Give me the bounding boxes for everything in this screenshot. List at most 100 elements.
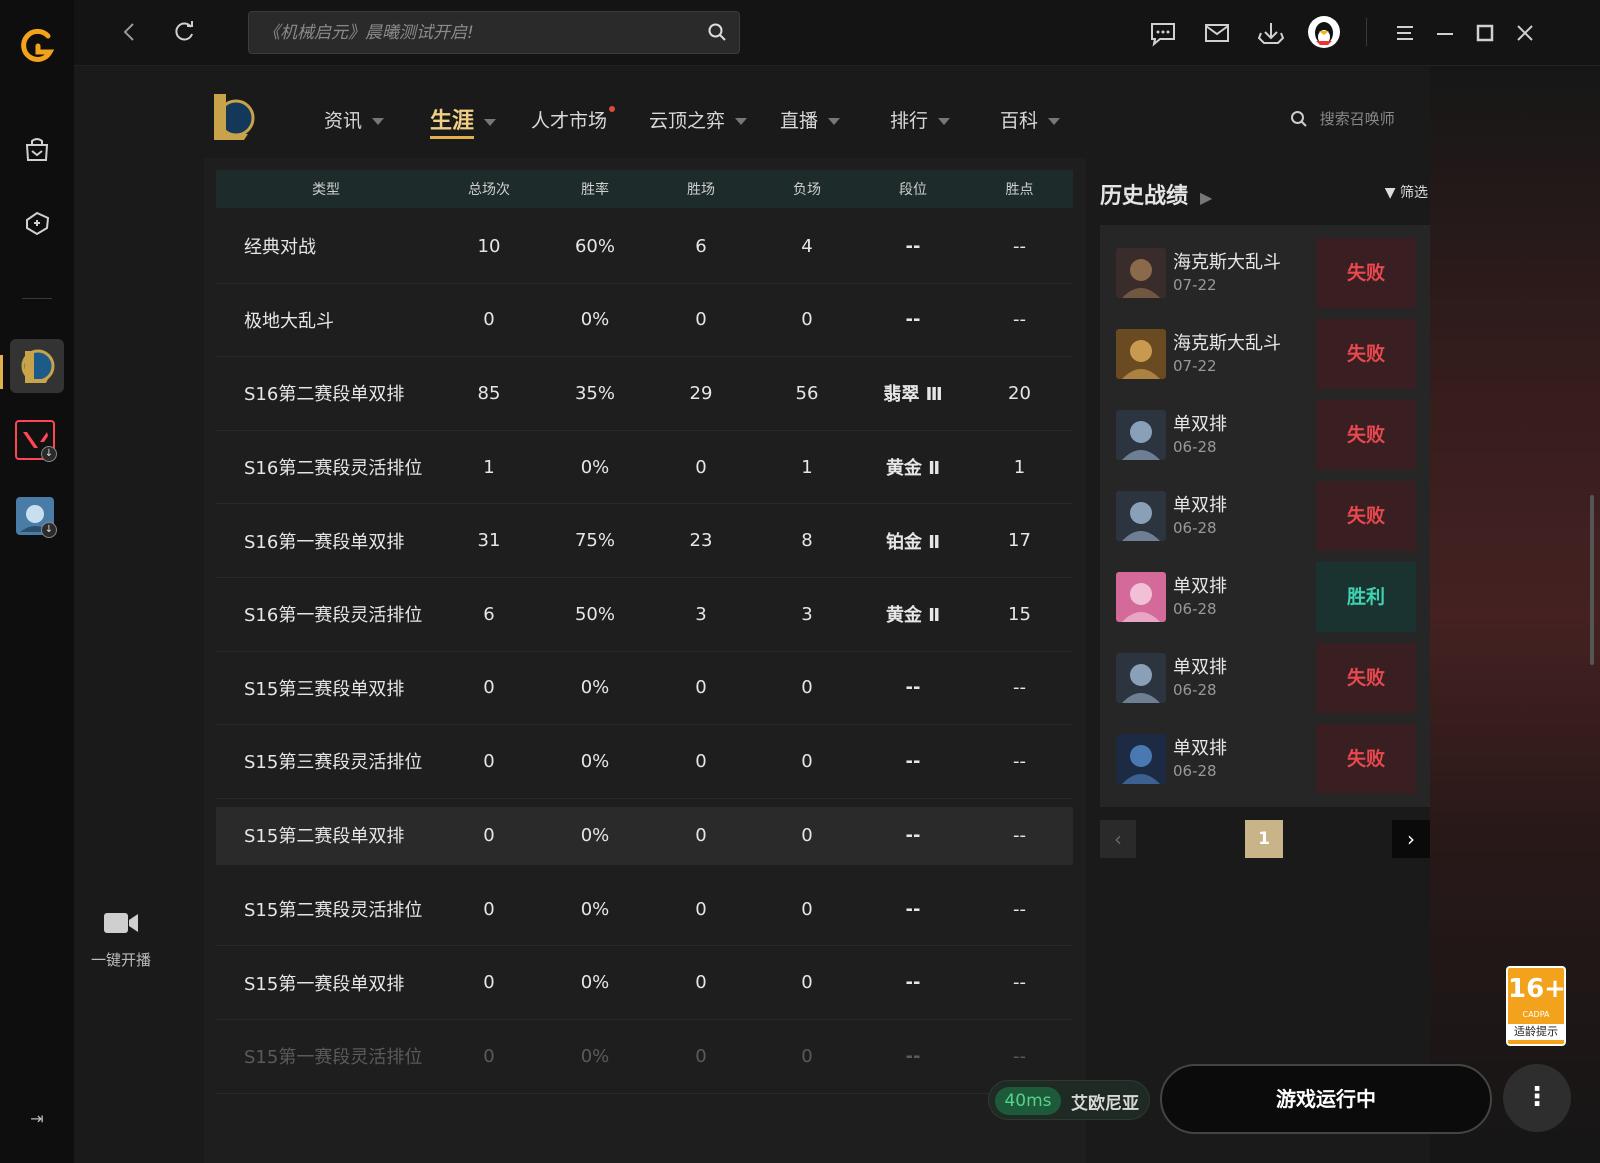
game-tile-3[interactable]: ↓	[10, 490, 64, 544]
nav-talent-market[interactable]: 人才市场	[531, 106, 616, 133]
nav-ranking[interactable]: 排行	[890, 106, 951, 133]
lol-logo-icon[interactable]	[208, 90, 256, 144]
table-row[interactable]: S15第一赛段单双排 0 0% 0 0 -- --	[216, 946, 1073, 1020]
lol-game-tile[interactable]	[10, 339, 64, 393]
cell-losses: 0	[801, 677, 813, 699]
nav-tft[interactable]: 云顶之弈	[649, 106, 748, 133]
collapse-sidebar-icon[interactable]: ⇥	[26, 1108, 48, 1130]
cell-type: S15第一赛段灵活排位	[244, 1047, 423, 1069]
match-item[interactable]: 单双排 06-28 胜利	[1116, 562, 1416, 632]
download-manager-icon[interactable]	[1256, 18, 1286, 48]
prev-page-icon[interactable]: ‹	[1100, 820, 1136, 858]
chat-icon[interactable]	[1148, 18, 1178, 48]
champion-portrait-icon	[1116, 572, 1166, 622]
table-row[interactable]: S16第一赛段灵活排位 6 50% 3 3 黄金 Ⅱ 15	[216, 578, 1073, 652]
cell-lp: 17	[1008, 530, 1031, 552]
table-row[interactable]: S15第三赛段灵活排位 0 0% 0 0 -- --	[216, 725, 1073, 799]
cell-total: 0	[483, 1045, 495, 1067]
one-click-stream[interactable]: 一键开播	[86, 910, 156, 970]
cell-type: 极地大乱斗	[244, 310, 334, 332]
match-item[interactable]: 单双排 06-28 失败	[1116, 481, 1416, 551]
table-row[interactable]: 经典对战 10 60% 6 4 -- --	[216, 210, 1073, 284]
cell-losses: 0	[801, 309, 813, 331]
cell-lp: --	[1013, 824, 1026, 846]
table-row[interactable]: S16第二赛段灵活排位 1 0% 0 1 黄金 Ⅱ 1	[216, 431, 1073, 505]
table-row[interactable]: S15第二赛段灵活排位 0 0% 0 0 -- --	[216, 873, 1073, 947]
user-avatar[interactable]	[1308, 16, 1340, 48]
match-result: 失败	[1316, 643, 1416, 713]
refresh-icon[interactable]	[170, 18, 198, 46]
minimize-icon[interactable]	[1430, 18, 1460, 48]
search-icon[interactable]	[707, 22, 727, 42]
nav-news[interactable]: 资讯	[324, 106, 385, 133]
cell-losses: 1	[801, 456, 813, 478]
summoner-search[interactable]: 搜索召唤师	[1290, 108, 1395, 129]
page-scrollbar[interactable]	[1590, 495, 1594, 665]
table-row[interactable]: S15第二赛段单双排 0 0% 0 0 -- --	[216, 806, 1073, 865]
table-row[interactable]: S16第二赛段单双排 85 35% 29 56 翡翠 Ⅲ 20	[216, 357, 1073, 431]
match-item[interactable]: 单双排 06-28 失败	[1116, 643, 1416, 713]
cell-lp: --	[1013, 972, 1026, 994]
cell-total: 10	[477, 235, 501, 257]
game-library-icon[interactable]	[22, 208, 52, 238]
nav-career[interactable]: 生涯	[430, 103, 497, 139]
app-logo-icon[interactable]	[18, 26, 58, 66]
cell-winrate: 0%	[580, 898, 610, 920]
cell-lp: --	[1013, 1045, 1026, 1067]
close-icon[interactable]	[1510, 18, 1540, 48]
menu-icon[interactable]	[1390, 18, 1420, 48]
cell-lp: --	[1013, 750, 1026, 772]
match-mode: 单双排	[1173, 495, 1227, 516]
table-row[interactable]: S15第一赛段灵活排位 0 0% 0 0 -- --	[216, 1020, 1073, 1094]
server-status[interactable]: 40ms 艾欧尼亚	[988, 1080, 1150, 1120]
cell-type: S15第三赛段灵活排位	[244, 752, 423, 774]
cell-wins: 0	[695, 456, 707, 478]
match-item[interactable]: 单双排 06-28 失败	[1116, 400, 1416, 470]
cell-wins: 0	[695, 750, 707, 772]
match-item[interactable]: 海克斯大乱斗 07-22 失败	[1116, 238, 1416, 308]
page-number[interactable]: 1	[1245, 820, 1283, 858]
match-item[interactable]: 单双排 06-28 失败	[1116, 724, 1416, 794]
valorant-game-tile[interactable]: ↓	[10, 414, 64, 468]
next-page-icon[interactable]: ›	[1392, 820, 1430, 858]
cell-losses: 3	[801, 603, 813, 625]
nav-wiki[interactable]: 百科	[1000, 106, 1061, 133]
maximize-icon[interactable]	[1470, 18, 1500, 48]
cell-tier: 翡翠 Ⅲ	[883, 384, 943, 406]
game-running-button[interactable]: 游戏运行中	[1160, 1064, 1492, 1134]
age-rating-org: CADPA	[1522, 1010, 1550, 1019]
mail-icon[interactable]	[1202, 18, 1232, 48]
table-row[interactable]: S15第三赛段单双排 0 0% 0 0 -- --	[216, 652, 1073, 726]
ping-value: 40ms	[995, 1087, 1061, 1115]
cell-losses: 0	[801, 1045, 813, 1067]
cell-lp: 15	[1008, 603, 1031, 625]
match-item[interactable]: 海克斯大乱斗 07-22 失败	[1116, 319, 1416, 389]
career-stats-panel: 类型 总场次 胜率 胜场 负场 段位 胜点 经典对战 10 60% 6 4 -- -- 极地大…	[204, 158, 1086, 1163]
history-pagination: ‹ 1 ›	[1100, 820, 1430, 858]
nav-news-label: 资讯	[324, 110, 363, 132]
cell-type: S15第二赛段灵活排位	[244, 900, 423, 922]
match-date: 06-28	[1173, 762, 1217, 780]
cell-type: 经典对战	[244, 237, 316, 259]
nav-live[interactable]: 直播	[780, 106, 841, 133]
table-row[interactable]: S16第一赛段单双排 31 75% 23 8 铂金 Ⅱ 17	[216, 504, 1073, 578]
match-history-title[interactable]: 历史战绩 ▶	[1100, 178, 1212, 210]
filter-button[interactable]: ▼ 筛选	[1385, 182, 1428, 202]
chevron-down-icon	[735, 118, 748, 125]
nav-ranking-label: 排行	[890, 110, 929, 132]
back-icon[interactable]	[116, 18, 144, 46]
cell-winrate: 75%	[574, 530, 615, 552]
more-options-icon[interactable]: ⋮	[1503, 1064, 1571, 1132]
global-search-input[interactable]	[249, 12, 689, 53]
column-header-winrate: 胜率	[581, 182, 609, 198]
cell-type: S15第三赛段单双排	[244, 678, 405, 700]
cell-total: 6	[483, 603, 495, 625]
match-mode: 单双排	[1173, 738, 1227, 759]
cell-type: S16第二赛段灵活排位	[244, 458, 423, 480]
notification-dot	[609, 106, 616, 112]
cell-winrate: 0%	[580, 456, 610, 478]
match-result: 胜利	[1316, 562, 1416, 632]
store-bag-icon[interactable]	[22, 134, 52, 164]
column-header-losses: 负场	[793, 182, 821, 198]
table-row[interactable]: 极地大乱斗 0 0% 0 0 -- --	[216, 284, 1073, 358]
